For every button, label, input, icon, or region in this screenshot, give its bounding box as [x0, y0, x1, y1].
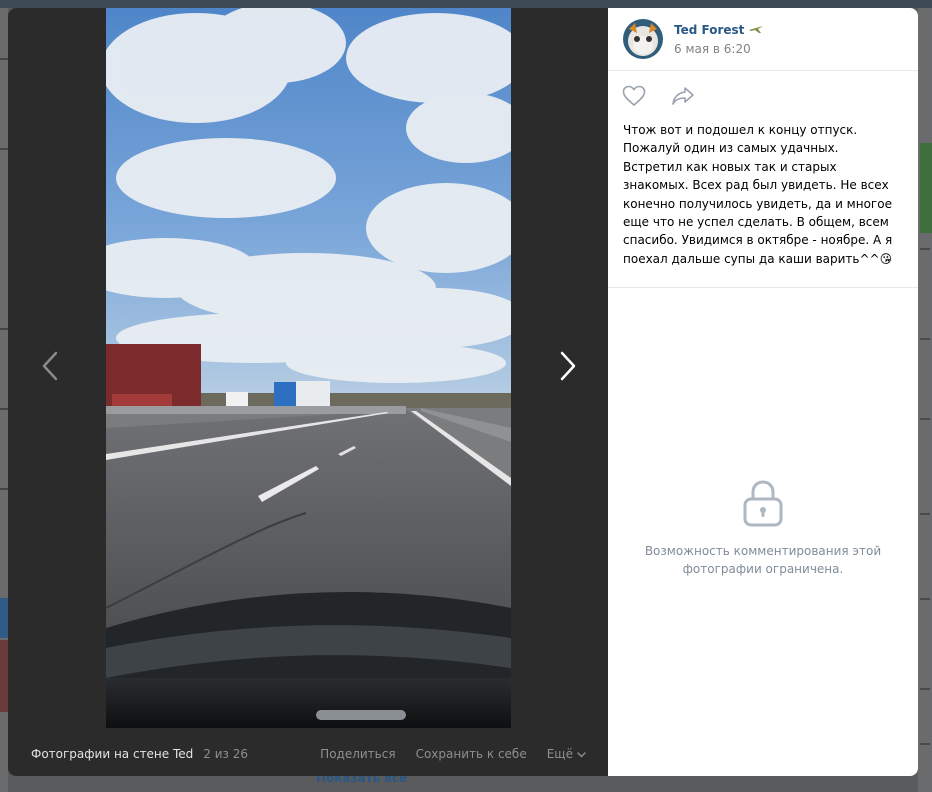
photo-counter: 2 из 26	[203, 747, 248, 761]
share-arrow-icon	[671, 86, 695, 106]
author-name[interactable]: Ted Forest	[674, 23, 744, 37]
post-date[interactable]: 6 мая в 6:20	[674, 42, 763, 56]
comments-restricted: Возможность комментирования этой фотогра…	[608, 478, 918, 578]
post-text: Чтож вот и подошел к концу отпуск. Пожал…	[608, 121, 918, 288]
lock-icon	[742, 480, 784, 532]
next-photo-button[interactable]	[548, 348, 588, 388]
restricted-message: Возможность комментирования этой фотогра…	[644, 544, 882, 576]
photo-image[interactable]	[106, 8, 511, 728]
prev-photo-button[interactable]	[30, 348, 70, 388]
share-post-button[interactable]	[671, 86, 695, 106]
viewer-footer: Фотографии на стене Ted 2 из 26 Поделить…	[8, 732, 608, 776]
chevron-left-icon	[42, 351, 58, 385]
background-page-right	[918, 8, 932, 792]
post-author: Ted Forest 6 мая в 6:20	[608, 8, 918, 71]
more-button[interactable]: Ещё	[547, 747, 586, 761]
save-button[interactable]: Сохранить к себе	[416, 747, 527, 761]
chevron-right-icon	[560, 351, 576, 385]
post-side-panel: Ted Forest 6 мая в 6:20 Чтож вот и подош…	[608, 8, 918, 776]
chevron-down-icon	[577, 747, 586, 761]
footer-actions: Поделиться Сохранить к себе Ещё	[320, 747, 586, 761]
post-actions	[608, 71, 918, 121]
share-button[interactable]: Поделиться	[320, 747, 395, 761]
like-button[interactable]	[622, 85, 646, 107]
avatar[interactable]	[623, 19, 663, 59]
airplane-icon	[749, 23, 764, 37]
background-page-top	[0, 0, 932, 8]
more-label: Ещё	[546, 747, 573, 761]
photo-viewer: Фотографии на стене Ted 2 из 26 Поделить…	[8, 8, 608, 776]
background-page-left	[0, 8, 8, 792]
heart-icon	[622, 85, 646, 107]
album-title[interactable]: Фотографии на стене Ted	[31, 747, 193, 761]
